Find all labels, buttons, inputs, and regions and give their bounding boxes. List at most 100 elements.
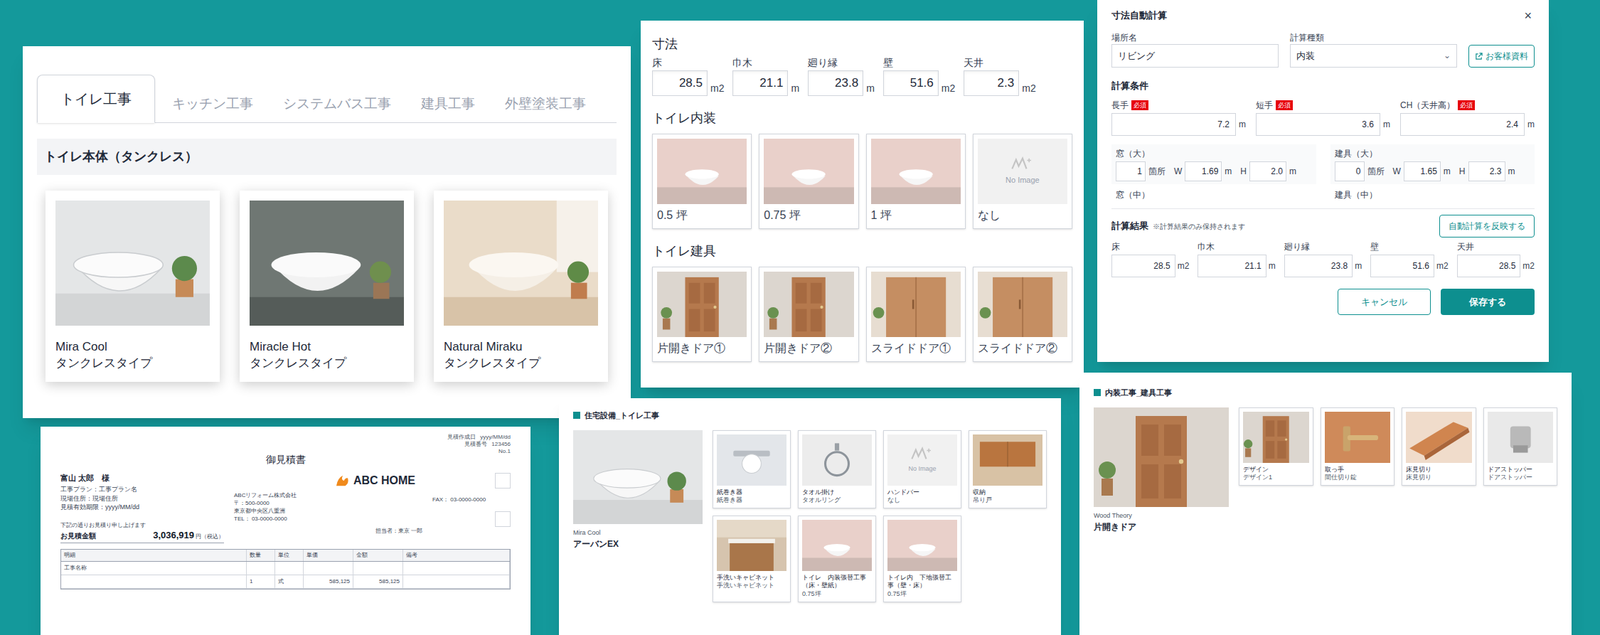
option-card[interactable]: 床見切り床見切り	[1401, 407, 1477, 487]
meta-block: 見積作成日yyyy/MM/dd見積番号123456No.1	[447, 433, 511, 456]
option-label: デザイン	[1243, 465, 1310, 474]
condition-input[interactable]: 2.4	[1400, 113, 1525, 136]
height-input[interactable]: 2.3	[1468, 161, 1506, 182]
condition-input[interactable]: 7.2	[1111, 113, 1236, 136]
title-text: 住宅設備_トイレ工事	[584, 409, 660, 422]
no-image-label: No Image	[1005, 174, 1040, 187]
option-value: デザイン1	[1243, 473, 1310, 482]
count-input[interactable]: 1	[1115, 161, 1146, 182]
option-label: 床見切り	[1405, 465, 1472, 474]
option-card[interactable]: 取っ手間仕切り錠	[1320, 407, 1396, 487]
calc-type-select[interactable]: 内装⌄	[1289, 44, 1458, 69]
info-row: 見積有効期限：yyyy/MM/dd	[60, 502, 224, 512]
option-grid: 0.5 坪0.75 坪1 坪No Imageなし	[652, 133, 1073, 229]
photo: No Image	[887, 434, 958, 486]
field-label: 窓（中）	[1111, 188, 1317, 202]
photo	[716, 519, 787, 572]
auto-calc-modal: 寸法自動計算×場所名リビング計算種類内装⌄お客様資料計算条件長手必須7.2m短手…	[1097, 0, 1549, 362]
save-button[interactable]: 保存する	[1440, 288, 1535, 316]
option-card[interactable]: ドアストッパードアストッパー	[1483, 407, 1559, 487]
info-label: 工事プラン：	[60, 484, 99, 494]
panel-title: 内装工事_建具工事	[1093, 386, 1558, 399]
page-number: No.1	[498, 448, 511, 456]
field-row: 28.5m2	[652, 70, 724, 96]
result-input[interactable]: 51.6	[1370, 254, 1435, 278]
product-card[interactable]: Miracle Hotタンクレスタイプ	[239, 190, 414, 382]
dimension-field: 巾木21.1m	[732, 55, 800, 96]
column-header: 明細	[61, 549, 247, 562]
dimension-input[interactable]: 21.1	[732, 70, 788, 96]
dimension-input[interactable]: 51.6	[883, 70, 939, 96]
table-cell	[303, 561, 354, 575]
option-card[interactable]: 手洗いキャビネット手洗いキャビネット	[712, 515, 791, 603]
photo	[763, 271, 854, 338]
product-name: アーバンEX	[573, 537, 703, 551]
result-input[interactable]: 21.1	[1197, 254, 1266, 278]
unit: m	[1289, 164, 1297, 178]
info-row: 工事プラン：工事プラン名	[60, 484, 224, 494]
info-value: 工事プラン名	[98, 484, 138, 494]
product-card[interactable]: Mira Coolタンクレスタイプ	[45, 190, 220, 382]
option-card[interactable]: デザインデザイン1	[1238, 407, 1314, 487]
option-label: トイレ内 下地張替工事（壁・床）	[887, 573, 958, 591]
width-input[interactable]: 1.65	[1403, 161, 1441, 182]
dimension-input[interactable]: 23.8	[807, 70, 864, 96]
option-card[interactable]: 0.75 坪	[758, 133, 859, 229]
option-card[interactable]: スライドドア②	[972, 266, 1073, 362]
dimension-fields: 床28.5m2巾木21.1m廻り縁23.8m壁51.6m2天井2.3m2	[652, 55, 1073, 96]
option-card[interactable]: タオル掛けタオルリング	[797, 430, 877, 510]
option-card[interactable]: 片開きドア①	[652, 266, 752, 362]
dimension-input[interactable]: 28.5	[652, 70, 708, 96]
result-input[interactable]: 23.8	[1284, 254, 1353, 278]
option-value: 0.75坪	[802, 590, 872, 599]
cancel-button[interactable]: キャンセル	[1337, 288, 1431, 316]
section-title: 寸法	[652, 34, 1073, 55]
option-card[interactable]: 片開きドア②	[758, 266, 859, 362]
main-product[interactable]: Mira CoolアーバンEX	[573, 430, 703, 552]
tab[interactable]: 建具工事	[408, 85, 488, 124]
option-card[interactable]: トイレ 内装張替工事（床・壁紙）0.75坪	[797, 515, 877, 603]
product-card[interactable]: Natural Mirakuタンクレスタイプ	[433, 190, 608, 382]
close-button[interactable]: ×	[1521, 9, 1535, 23]
photo	[573, 430, 703, 525]
option-label: ハンドバー	[887, 488, 958, 497]
fax: FAX： 03-0000-0000	[432, 495, 486, 505]
modal-header: 寸法自動計算×	[1111, 8, 1535, 23]
customer-docs-button[interactable]: お客様資料	[1468, 44, 1535, 68]
field-label: 廻り縁	[807, 55, 875, 71]
option-card[interactable]: スライドドア①	[866, 266, 966, 362]
dimension-input[interactable]: 2.3	[963, 70, 1020, 96]
height-input[interactable]: 2.0	[1249, 161, 1287, 182]
option-card[interactable]: 収納吊り戸	[968, 430, 1047, 510]
count-input[interactable]: 0	[1334, 161, 1365, 182]
field-row: 51.6m2	[1370, 254, 1448, 278]
result-input[interactable]: 28.5	[1111, 254, 1176, 278]
option-card[interactable]: 0.5 坪	[652, 133, 752, 229]
results-header: 計算結果※計算結果のみ保持されます自動計算を反映する	[1111, 208, 1535, 238]
main-product[interactable]: Wood Theory片開きドア	[1093, 407, 1229, 535]
work-category-panel: トイレ工事キッチン工事システムバス工事建具工事外壁塗装工事トイレ本体（タンクレス…	[22, 46, 631, 419]
dimension-field: 床28.5m2	[652, 55, 724, 96]
width-input[interactable]: 1.69	[1184, 161, 1222, 182]
tab[interactable]: キッチン工事	[159, 85, 266, 124]
option-card[interactable]: No Imageなし	[972, 133, 1073, 229]
option-card[interactable]: トイレ内 下地張替工事（壁・床）0.75坪	[883, 515, 962, 603]
product-type: タンクレスタイプ	[249, 354, 404, 372]
tab[interactable]: トイレ工事	[36, 74, 156, 124]
meta-label: 見積番号	[464, 440, 488, 448]
panel-title: 住宅設備_トイレ工事	[573, 409, 1047, 422]
tab[interactable]: システムバス工事	[270, 85, 404, 124]
option-card[interactable]: 1 坪	[866, 133, 966, 229]
unit: m	[1383, 118, 1391, 131]
result-input[interactable]: 28.5	[1457, 254, 1522, 278]
condition-input[interactable]: 3.6	[1255, 113, 1381, 136]
field-row: 2.4m	[1400, 113, 1535, 136]
option-card[interactable]: 紙巻き器紙巻き器	[712, 430, 791, 510]
place-input[interactable]: リビング	[1111, 44, 1279, 69]
apply-button[interactable]: 自動計算を反映する	[1439, 214, 1535, 238]
company-line: ABCリフォーム株式会社	[233, 491, 423, 500]
option-label: ドアストッパー	[1487, 465, 1554, 474]
tab[interactable]: 外壁塗装工事	[492, 85, 599, 124]
option-card[interactable]: No Imageハンドバーなし	[883, 430, 962, 510]
lead-text: 下記の通りお見積り申し上げます	[60, 521, 224, 530]
